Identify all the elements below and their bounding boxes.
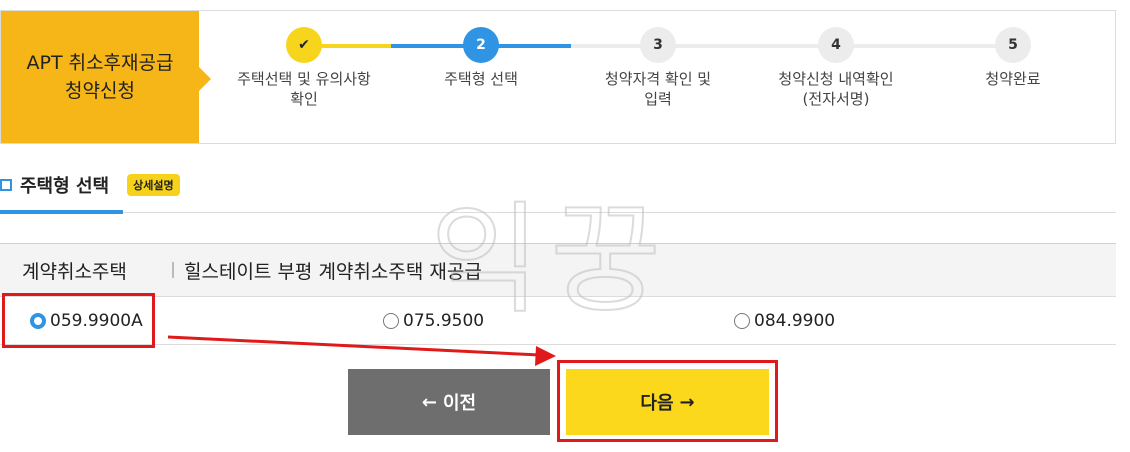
step-1: ✔ 주택선택 및 유의사항 확인 [204,27,404,109]
progress-stepper: ✔ 주택선택 및 유의사항 확인 2 주택형 선택 3 청약자격 확인 및 입력 [199,11,1115,143]
housing-type-table-header: 계약취소주택 힐스테이트 부평 계약취소주택 재공급 [0,243,1116,297]
section-divider [123,212,1116,213]
radio-icon[interactable] [734,313,750,329]
application-header: APT 취소후재공급 청약신청 ✔ 주택선택 및 유의사항 확인 2 주택형 선… [0,10,1116,144]
step-label: 주택형 선택 [444,70,518,88]
square-bullet-icon [0,179,12,191]
page-title-line2: 청약신청 [65,80,135,102]
step-number-current: 2 [463,27,499,63]
next-button-highlight [557,360,778,442]
page-title-line1: APT 취소후재공급 [26,52,174,74]
check-icon: ✔ [286,27,322,63]
detail-info-button[interactable]: 상세설명 [127,174,180,196]
housing-type-options: 059.9900A 075.9500 084.9900 [0,297,1116,345]
arrow-left-icon: ← [421,391,437,413]
step-label: 청약신청 내역확인 (전자서명) [778,70,894,108]
option-075-9500[interactable]: 075.9500 [383,311,484,331]
step-number: 4 [818,27,854,63]
option-084-9900[interactable]: 084.9900 [734,311,835,331]
step-4: 4 청약신청 내역확인 (전자서명) [736,27,936,109]
step-number: 5 [995,27,1031,63]
step-5: 5 청약완료 [913,27,1113,89]
complex-name: 힐스테이트 부평 계약취소주택 재공급 [184,260,482,283]
section-title: 주택형 선택 [20,176,110,197]
step-label: 주택선택 및 유의사항 확인 [237,70,371,108]
housing-category: 계약취소주택 [22,260,127,283]
step-3: 3 청약자격 확인 및 입력 [558,27,758,109]
section-underline [0,210,123,214]
step-2: 2 주택형 선택 [381,27,581,89]
page-title: APT 취소후재공급 청약신청 [1,11,211,143]
step-label: 청약완료 [985,70,1041,88]
header-separator [172,262,174,278]
prev-button[interactable]: ← 이전 [348,369,550,435]
step-label: 청약자격 확인 및 입력 [604,70,712,108]
radio-icon[interactable] [383,313,399,329]
section-heading: 주택형 선택 상세설명 [0,172,180,198]
selection-highlight [2,293,155,348]
step-number: 3 [640,27,676,63]
